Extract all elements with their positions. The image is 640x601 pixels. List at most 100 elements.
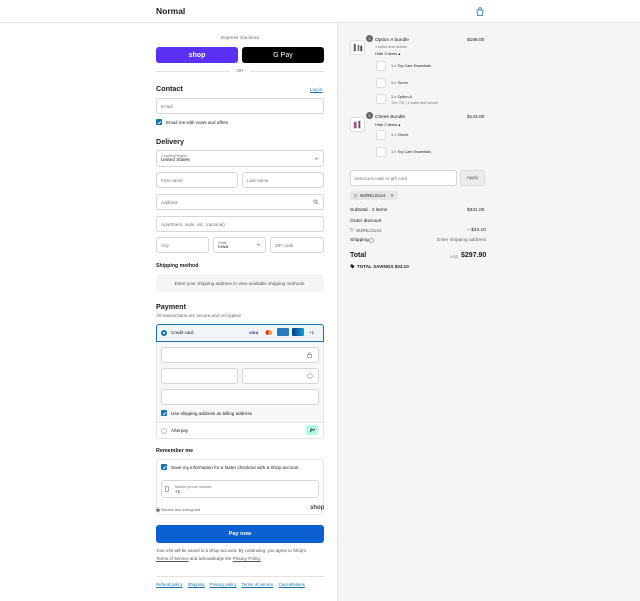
apartment-placeholder: Apartment, suite, etc. (optional) [161,221,225,227]
google-pay-button[interactable]: G Pay [242,47,324,63]
shop-pay-button[interactable]: shop [156,47,238,63]
check-icon [162,411,166,415]
expiry-field[interactable] [161,368,238,384]
savings-label: TOTAL SAVINGS [357,264,394,269]
sub-item-thumbnail [376,78,386,88]
lock-icon [307,352,312,358]
credit-card-radio[interactable] [161,330,167,336]
help-icon[interactable] [369,238,374,243]
chevron-up-icon: ▴ [398,51,401,56]
quantity-badge: 1 [366,35,373,42]
footer-link-shipping[interactable]: Shipping [188,582,205,587]
hide-items-toggle[interactable]: Hide 2 items ▴ [375,122,400,127]
footer-links: Refund policy Shipping Privacy policy Te… [156,582,305,587]
toggle-label: Hide 3 items [375,51,398,56]
order-discount-label: Order discount [350,219,382,224]
terms-link[interactable]: Terms of Service [156,556,189,561]
address-placeholder: Address [161,199,178,205]
store-logo[interactable]: Normal [156,6,185,16]
discount-chip: WJRKLS144 ✕ [350,191,398,200]
footer-link-terms[interactable]: Terms of service [242,582,274,587]
discover-icon [292,328,304,336]
quantity-badge: 1 [366,112,373,119]
sub-item-variant: The CIG | 1 bullet and nehole [391,101,438,105]
credit-card-label: Credit card [171,330,194,335]
discount-chip-label: WJRKLS144 [360,193,386,198]
visa-icon: VISA [249,330,259,335]
last-name-placeholder: Last name [247,177,269,183]
help-icon[interactable] [307,373,313,379]
tag-icon [354,193,358,198]
news-checkbox[interactable] [156,119,162,125]
header: Normal [0,0,640,23]
discount-code-applied: WJRKLS144 [356,228,382,233]
billing-checkbox[interactable] [161,410,167,416]
divider [250,71,324,72]
item-price: $188.00 [467,38,485,43]
apply-button[interactable]: Apply [460,170,485,186]
amex-icon [277,328,289,336]
login-link[interactable]: Log in [310,87,323,92]
first-name-field[interactable]: First name [156,172,238,188]
discount-code-field[interactable]: Discount code or gift card [350,170,457,186]
address-field[interactable]: Address [156,194,324,210]
email-field[interactable]: Email [156,98,324,114]
footer-link-privacy[interactable]: Privacy policy [210,582,237,587]
pay-now-button[interactable]: Pay now [156,525,324,543]
phone-value: +1 [175,488,181,494]
terms-line: Your info will be saved to a Shop accoun… [156,548,307,553]
sub-item: 1 × Gunm [391,81,408,85]
privacy-link[interactable]: Privacy Policy. [233,556,261,561]
discount-placeholder: Discount code or gift card [355,175,408,181]
item-name: Option A bundle [375,38,409,43]
zip-field[interactable]: ZIP code [270,237,324,253]
first-name-placeholder: First name [161,177,183,183]
phone-icon [165,486,169,492]
email-placeholder: Email [161,103,173,109]
footer-link-refund[interactable]: Refund policy [156,582,183,587]
country-value: United States [161,158,190,163]
item-name: Cheek Bundle [375,115,406,120]
google-pay-label: G Pay [273,51,293,59]
hide-items-toggle[interactable]: Hide 3 items ▴ [375,51,400,56]
city-field[interactable]: City [156,237,209,253]
afterpay-icon [306,425,318,435]
sub-item: 1 × Toy Care Essentials [391,64,431,68]
remember-heading: Remember me [156,448,194,454]
terms-text: Your info will be saved to a Shop accoun… [156,547,324,563]
chevron-down-icon [314,157,319,160]
phone-label: Mobile phone number [175,484,212,489]
terms-and: and acknowledge the [189,556,232,561]
shipping-value: Enter shipping address [437,238,487,243]
sub-item: 1 × Option A [391,95,413,99]
apartment-field[interactable]: Apartment, suite, etc. (optional) [156,216,324,232]
subtotal-label: Subtotal · 2 items [350,208,388,213]
shipping-method-heading: Shipping method [156,263,199,269]
more-cards-label: +1 [309,330,315,335]
discount-value: − $33.10 [467,228,486,233]
close-icon[interactable]: ✕ [390,193,394,199]
card-number-field[interactable] [161,347,319,363]
news-label: Email me with news and offers [166,120,229,125]
payment-heading: Payment [156,302,186,311]
currency-label: USD [450,254,459,259]
phone-field[interactable]: Mobile phone number +1 [161,480,319,498]
shop-pay-label: shop [188,51,206,59]
shopping-bag-icon[interactable] [476,7,484,16]
order-summary [337,23,640,601]
country-select[interactable]: Country/Region United States [156,150,324,167]
cardholder-name-field[interactable] [161,389,319,405]
secure-label: Secure and encrypted [161,507,201,512]
savings-value: $33.10 [394,264,409,269]
last-name-field[interactable]: Last name [242,172,324,188]
sub-item-thumbnail [376,147,386,157]
chevron-down-icon [256,243,261,246]
shipping-notice: Enter your shipping address to view avai… [156,274,324,292]
afterpay-radio[interactable] [161,428,167,434]
total-savings: TOTAL SAVINGS $33.10 [357,264,409,269]
save-info-checkbox[interactable] [161,464,167,470]
footer-link-cancellations[interactable]: Cancellations [279,582,305,587]
afterpay-label: Afterpay [171,428,189,433]
toggle-label: Hide 2 items [375,122,398,127]
sub-item-thumbnail [376,130,386,140]
